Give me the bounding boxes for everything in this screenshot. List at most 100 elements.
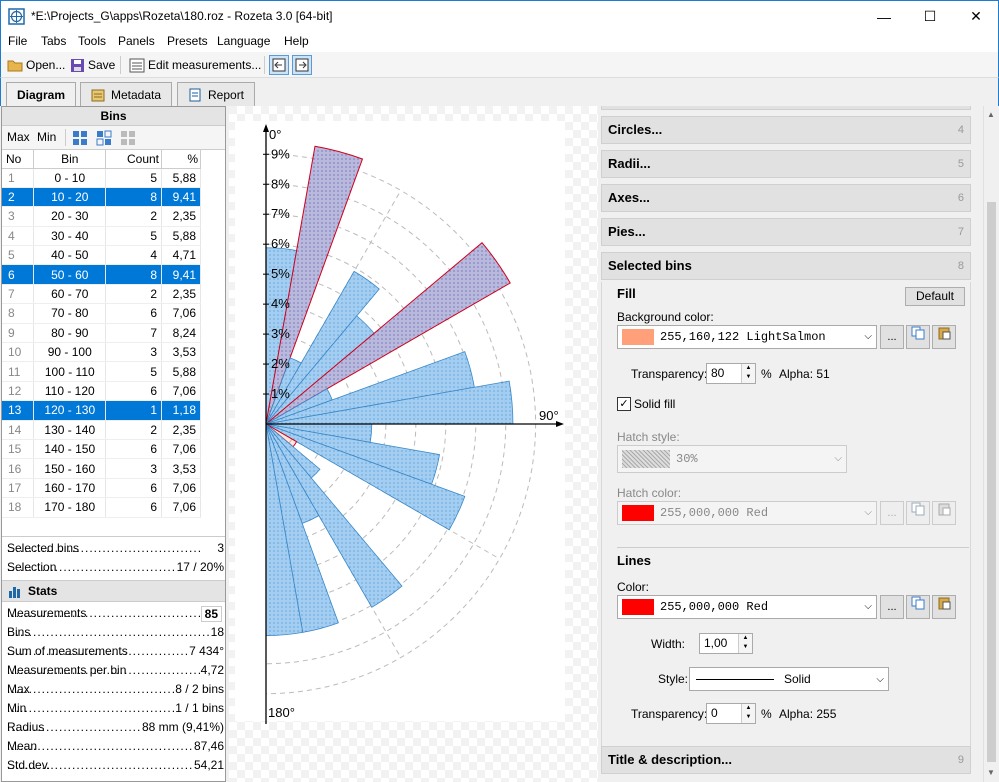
tab-diagram[interactable]: Diagram	[6, 82, 77, 107]
edit-measurements-button[interactable]: Edit measurements...	[126, 55, 264, 75]
bins-row[interactable]: 8 70 - 80 6 7,06	[2, 303, 201, 324]
bins-row[interactable]: 10 90 - 100 3 3,53	[2, 342, 201, 363]
bins-cell-count: 6	[105, 439, 163, 460]
bins-row[interactable]: 18 170 - 180 6 7,06	[2, 497, 201, 518]
line-style-select[interactable]: Solid ⌵	[689, 667, 889, 691]
hatch-color-more-button[interactable]: ...	[880, 501, 904, 525]
diagram-canvas[interactable]: 1% 2% 3% 4% 5% 6% 7% 8% 9% 0° 180° 90°	[229, 106, 598, 782]
menu-panels[interactable]: Panels	[118, 34, 155, 48]
menu-tabs[interactable]: Tabs	[41, 34, 66, 48]
bins-row[interactable]: 5 40 - 50 4 4,71	[2, 245, 201, 266]
spinner-arrows-icon[interactable]: ▲ ▼	[741, 704, 755, 723]
scroll-down-icon[interactable]: ▼	[987, 768, 995, 777]
ring-label: 9%	[271, 146, 290, 161]
col-count[interactable]: Count	[105, 150, 163, 169]
menu-language[interactable]: Language	[217, 34, 270, 48]
menu-help[interactable]: Help	[284, 34, 309, 48]
line-transparency-spinner[interactable]: 0 ▲ ▼	[706, 703, 756, 724]
bins-row[interactable]: 10 - 10 5 5,88	[2, 168, 201, 188]
minimize-button[interactable]: —	[861, 1, 907, 32]
bins-row[interactable]: 7 60 - 70 2 2,35	[2, 284, 201, 305]
scroll-up-icon[interactable]: ▲	[987, 110, 995, 119]
select-none-icon[interactable]	[120, 130, 136, 146]
bins-cell-count: 5	[105, 168, 163, 188]
bins-cell-count: 6	[105, 497, 163, 518]
section-axes[interactable]: Axes... 6	[601, 184, 971, 212]
bins-cell-pct: 2,35	[161, 206, 201, 227]
section-num: 8	[957, 260, 964, 272]
open-button[interactable]: Open...	[4, 55, 68, 75]
menu-file[interactable]: File	[8, 34, 27, 48]
bg-paste-button[interactable]	[932, 325, 956, 349]
bg-color-more-button[interactable]: ...	[880, 325, 904, 349]
bins-cell-pct: 4,71	[161, 245, 201, 266]
properties-scrollbar[interactable]: ▲ ▼	[983, 106, 998, 782]
solid-fill-checkbox[interactable]: ✓	[617, 397, 631, 411]
stats-row: Min.....................................…	[7, 701, 224, 715]
line-paste-button[interactable]	[932, 595, 956, 619]
bins-row[interactable]: 3 20 - 30 2 2,35	[2, 206, 201, 227]
bins-row[interactable]: 6 50 - 60 8 9,41	[2, 264, 201, 285]
hatch-color-select[interactable]: 255,000,000 Red ⌵	[617, 501, 877, 525]
line-width-spinner[interactable]: 1,00 ▲ ▼	[699, 633, 753, 654]
bins-row[interactable]: 13 120 - 130 1 1,18	[2, 400, 201, 421]
col-no[interactable]: No	[2, 150, 35, 169]
stats-value: 8 / 2 bins	[175, 682, 224, 696]
bins-row[interactable]: 9 80 - 90 7 8,24	[2, 323, 201, 344]
bins-row[interactable]: 17 160 - 170 6 7,06	[2, 478, 201, 499]
spinner-arrows-icon[interactable]: ▲ ▼	[741, 364, 755, 383]
line-copy-button[interactable]	[906, 595, 930, 619]
menu-tools[interactable]: Tools	[78, 34, 106, 48]
bins-cell-count: 8	[105, 187, 163, 208]
col-pct[interactable]: %	[161, 150, 201, 169]
chevron-down-icon: ⌵	[876, 673, 884, 685]
line-color-label: Color:	[617, 580, 650, 594]
panel-left-toggle[interactable]	[269, 55, 289, 75]
invert-selection-icon[interactable]	[96, 130, 112, 146]
tab-metadata[interactable]: Metadata	[80, 82, 173, 106]
save-label: Save	[88, 58, 116, 72]
bins-row[interactable]: 15 140 - 150 6 7,06	[2, 439, 201, 460]
scroll-thumb[interactable]	[987, 202, 996, 762]
col-bin[interactable]: Bin	[33, 150, 107, 169]
bins-row[interactable]: 11 100 - 110 5 5,88	[2, 361, 201, 382]
section-selected-bins[interactable]: Selected bins 8	[601, 252, 971, 280]
bg-color-swatch	[622, 329, 654, 345]
bins-row[interactable]: 16 150 - 160 3 3,53	[2, 458, 201, 479]
line-color-select[interactable]: 255,000,000 Red ⌵	[617, 595, 877, 619]
hatch-style-select[interactable]: 30% ⌵	[617, 445, 847, 473]
bg-copy-button[interactable]	[906, 325, 930, 349]
min-button[interactable]: Min	[37, 130, 56, 144]
select-all-icon[interactable]	[72, 130, 88, 146]
maximize-button[interactable]: ☐	[907, 1, 953, 32]
bg-color-select[interactable]: 255,160,122 LightSalmon ⌵	[617, 325, 877, 349]
list-icon	[129, 58, 145, 72]
section-pies[interactable]: Pies... 7	[601, 218, 971, 246]
arrow-left-icon	[272, 58, 286, 72]
bins-row[interactable]: 12 110 - 120 6 7,06	[2, 381, 201, 402]
fill-transparency-spinner[interactable]: 80 ▲ ▼	[706, 363, 756, 384]
section-radii[interactable]: Radii... 5	[601, 150, 971, 178]
default-button[interactable]: Default	[905, 287, 965, 306]
save-button[interactable]: Save	[67, 55, 118, 75]
close-button[interactable]: ✕	[953, 1, 999, 32]
hatch-copy-button[interactable]	[906, 501, 930, 525]
stats-row: Measurements............................…	[7, 606, 224, 622]
bins-row[interactable]: 4 30 - 40 5 5,88	[2, 226, 201, 247]
app-icon	[8, 8, 25, 25]
section-circles[interactable]: Circles... 4	[601, 116, 971, 144]
section-title-description[interactable]: Title & description... 9	[601, 746, 971, 774]
spinner-arrows-icon[interactable]: ▲ ▼	[738, 634, 752, 653]
tab-report[interactable]: Report	[177, 82, 256, 106]
max-button[interactable]: Max	[7, 130, 30, 144]
panel-right-toggle[interactable]	[292, 55, 312, 75]
hatch-paste-button[interactable]	[932, 501, 956, 525]
solid-fill-label: Solid fill	[634, 397, 676, 411]
menu-presets[interactable]: Presets	[167, 34, 208, 48]
bins-row[interactable]: 14 130 - 140 2 2,35	[2, 420, 201, 440]
bins-row[interactable]: 2 10 - 20 8 9,41	[2, 187, 201, 208]
line-color-more-button[interactable]: ...	[880, 595, 904, 619]
metadata-icon	[91, 89, 105, 101]
folder-icon	[7, 60, 23, 72]
stats-label: Radius	[7, 720, 45, 734]
